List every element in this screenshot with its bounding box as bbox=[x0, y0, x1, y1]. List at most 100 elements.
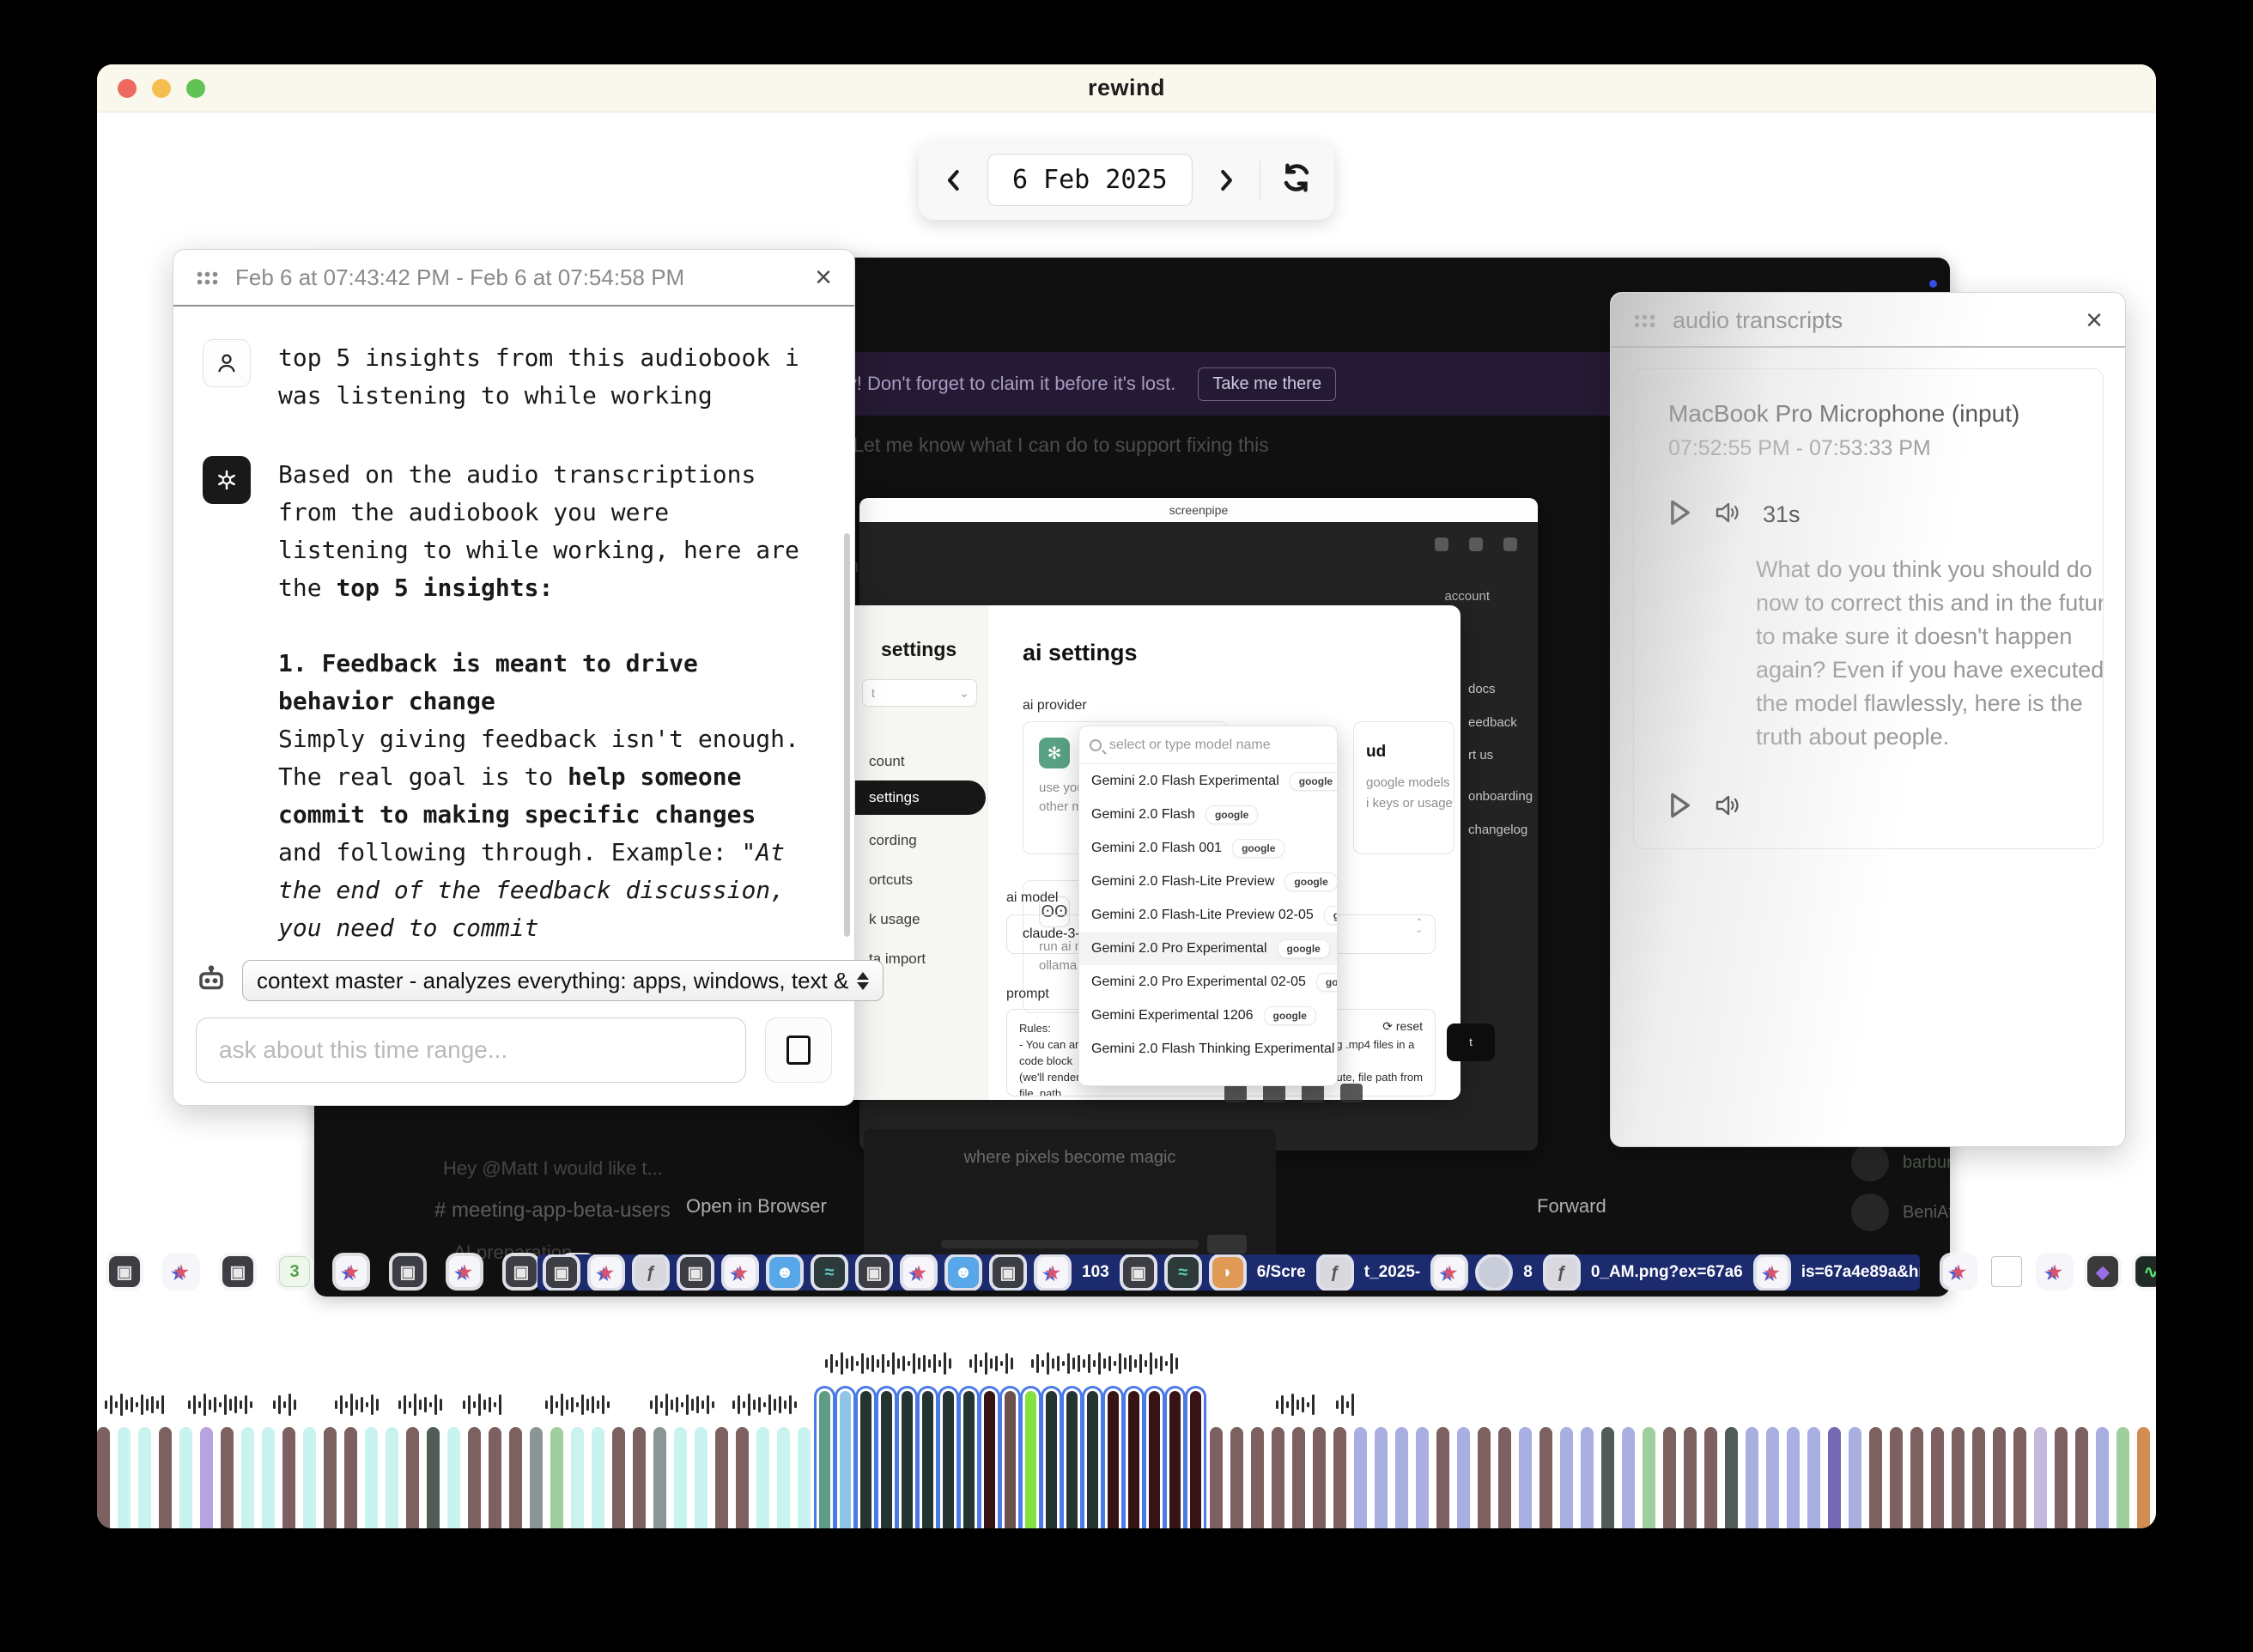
next-day-button[interactable] bbox=[1213, 167, 1239, 193]
waveform-bar-selected[interactable] bbox=[1164, 1386, 1186, 1528]
chat-panel-header[interactable]: Feb 6 at 07:43:42 PM - Feb 6 at 07:54:58… bbox=[173, 250, 854, 305]
waveform-bar[interactable] bbox=[303, 1427, 316, 1528]
waveform-bar[interactable] bbox=[1354, 1427, 1367, 1528]
f-app-icon[interactable]: ƒ bbox=[635, 1257, 666, 1288]
waveform-bar[interactable] bbox=[1251, 1427, 1264, 1528]
waveform-bar[interactable] bbox=[427, 1427, 440, 1528]
ask-input[interactable] bbox=[196, 1017, 746, 1083]
waveform-bar[interactable] bbox=[1787, 1427, 1800, 1528]
waveform-bar[interactable] bbox=[798, 1427, 811, 1528]
waveform-bar[interactable] bbox=[1952, 1427, 1965, 1528]
orange-app-icon[interactable]: ◗ bbox=[1212, 1257, 1243, 1288]
waveform-bar[interactable] bbox=[406, 1427, 419, 1528]
waveform-bar[interactable] bbox=[736, 1427, 749, 1528]
waveform-bar[interactable] bbox=[1910, 1427, 1923, 1528]
cube-app-icon[interactable]: ▣ bbox=[993, 1257, 1023, 1288]
waveform-bar[interactable] bbox=[2075, 1427, 2088, 1528]
waveform-bar-selected[interactable] bbox=[1061, 1386, 1083, 1528]
waveform-bar[interactable] bbox=[365, 1427, 378, 1528]
waveform-bar[interactable] bbox=[1807, 1427, 1820, 1528]
waveform-bar[interactable] bbox=[612, 1427, 625, 1528]
close-icon[interactable]: × bbox=[815, 263, 832, 292]
agent-select[interactable]: context master - analyzes everything: ap… bbox=[242, 960, 884, 1001]
waveform-bar[interactable] bbox=[2096, 1427, 2109, 1528]
previous-day-button[interactable] bbox=[941, 167, 967, 193]
waveform-bar[interactable] bbox=[592, 1427, 604, 1528]
cube-app-icon[interactable]: ▣ bbox=[680, 1257, 711, 1288]
close-icon[interactable]: × bbox=[2086, 306, 2103, 335]
waveform-bar[interactable] bbox=[241, 1427, 254, 1528]
date-field[interactable]: 6 Feb 2025 bbox=[987, 154, 1193, 206]
cube-app-icon[interactable]: ▣ bbox=[506, 1256, 537, 1287]
waveform-bar[interactable] bbox=[97, 1427, 110, 1528]
waveform-bar[interactable] bbox=[386, 1427, 398, 1528]
waveform-bar-selected[interactable] bbox=[1144, 1386, 1165, 1528]
drag-handle-icon[interactable] bbox=[196, 270, 218, 285]
waveform-bar[interactable] bbox=[159, 1427, 172, 1528]
waveform-bar-selected[interactable] bbox=[999, 1386, 1021, 1528]
waveform-bar[interactable] bbox=[1519, 1427, 1532, 1528]
star-app-icon[interactable]: ★ bbox=[2039, 1256, 2070, 1287]
waveform-bar[interactable] bbox=[674, 1427, 687, 1528]
waveform-bar-selected[interactable] bbox=[1041, 1386, 1062, 1528]
circle-app-icon[interactable] bbox=[1479, 1257, 1510, 1288]
waveform-bar[interactable] bbox=[1663, 1427, 1676, 1528]
waveform-bar[interactable] bbox=[530, 1427, 543, 1528]
stop-button[interactable] bbox=[765, 1017, 832, 1083]
waveform-bar[interactable] bbox=[1828, 1427, 1841, 1528]
waveform-bar[interactable] bbox=[1684, 1427, 1697, 1528]
terminal-app-icon[interactable]: ∿ bbox=[2135, 1256, 2156, 1287]
three-app-icon[interactable]: 3 bbox=[279, 1256, 310, 1287]
waveform-bar[interactable] bbox=[1622, 1427, 1635, 1528]
box-app-icon[interactable] bbox=[1991, 1256, 2022, 1287]
waveform-bar-selected[interactable] bbox=[938, 1386, 959, 1528]
waveform-bar[interactable] bbox=[2137, 1427, 2150, 1528]
f-app-icon[interactable]: ƒ bbox=[1546, 1257, 1577, 1288]
star-app-icon[interactable]: ★ bbox=[1943, 1256, 1974, 1287]
waveform-bar[interactable] bbox=[1436, 1427, 1449, 1528]
finder-app-icon[interactable]: ☻ bbox=[769, 1257, 800, 1288]
waveform-bar[interactable] bbox=[695, 1427, 707, 1528]
waveform-bar[interactable] bbox=[1972, 1427, 1985, 1528]
waveform-bar-selected[interactable] bbox=[835, 1386, 856, 1528]
waveform-bar-selected[interactable] bbox=[1185, 1386, 1206, 1528]
waveform-bar[interactable] bbox=[447, 1427, 460, 1528]
waveform-bar[interactable] bbox=[715, 1427, 728, 1528]
selected-segment-band[interactable]: ▣ ★ ƒ ▣ ★ ☻ ≈ ▣ ★ ☻ ▣ ★ 103 ▣ ≈ ◗ 6/Scre ƒ t_2025- ★ 8 ƒ 0_AM.… bbox=[537, 1254, 1920, 1291]
star-app-icon[interactable]: ★ bbox=[725, 1257, 756, 1288]
waveform-bar-selected[interactable] bbox=[1123, 1386, 1145, 1528]
waveform-bar[interactable] bbox=[344, 1427, 357, 1528]
waveform-bar[interactable] bbox=[2013, 1427, 2026, 1528]
star-app-icon[interactable]: ★ bbox=[1434, 1257, 1466, 1288]
star-app-icon[interactable]: ★ bbox=[903, 1257, 934, 1288]
waveform-bar[interactable] bbox=[1601, 1427, 1614, 1528]
star-app-icon[interactable]: ★ bbox=[166, 1256, 197, 1287]
drag-handle-icon[interactable] bbox=[1633, 313, 1655, 328]
waveform-bar[interactable] bbox=[756, 1427, 769, 1528]
waveform-bar-selected[interactable] bbox=[1082, 1386, 1103, 1528]
waveform-bar[interactable] bbox=[1560, 1427, 1573, 1528]
waveform-bar[interactable] bbox=[1849, 1427, 1861, 1528]
waveform-bar[interactable] bbox=[1539, 1427, 1552, 1528]
waveform-bar[interactable] bbox=[324, 1427, 337, 1528]
cube-app-icon[interactable]: ▣ bbox=[859, 1257, 890, 1288]
waveform-bar[interactable] bbox=[1457, 1427, 1470, 1528]
waveform-bar[interactable] bbox=[118, 1427, 131, 1528]
waveform-bar[interactable] bbox=[221, 1427, 234, 1528]
waveform-bar[interactable] bbox=[1498, 1427, 1511, 1528]
waveform-bar[interactable] bbox=[2055, 1427, 2068, 1528]
waveform-bar[interactable] bbox=[1746, 1427, 1758, 1528]
waveform-bar[interactable] bbox=[571, 1427, 584, 1528]
waveform-bar[interactable] bbox=[138, 1427, 151, 1528]
waveform-bar[interactable] bbox=[200, 1427, 213, 1528]
waveform-bar[interactable] bbox=[489, 1427, 501, 1528]
audio-waveform-timeline[interactable] bbox=[97, 1322, 2156, 1528]
waveform-bar[interactable] bbox=[1375, 1427, 1388, 1528]
cube-app-icon[interactable]: ▣ bbox=[109, 1256, 140, 1287]
waveform-bar[interactable] bbox=[1333, 1427, 1346, 1528]
waveform-bar[interactable] bbox=[1725, 1427, 1738, 1528]
waveform-bar[interactable] bbox=[1395, 1427, 1408, 1528]
waveform-bar[interactable] bbox=[550, 1427, 563, 1528]
waveform-bar[interactable] bbox=[1993, 1427, 2006, 1528]
waveform-bar-selected[interactable] bbox=[876, 1386, 897, 1528]
